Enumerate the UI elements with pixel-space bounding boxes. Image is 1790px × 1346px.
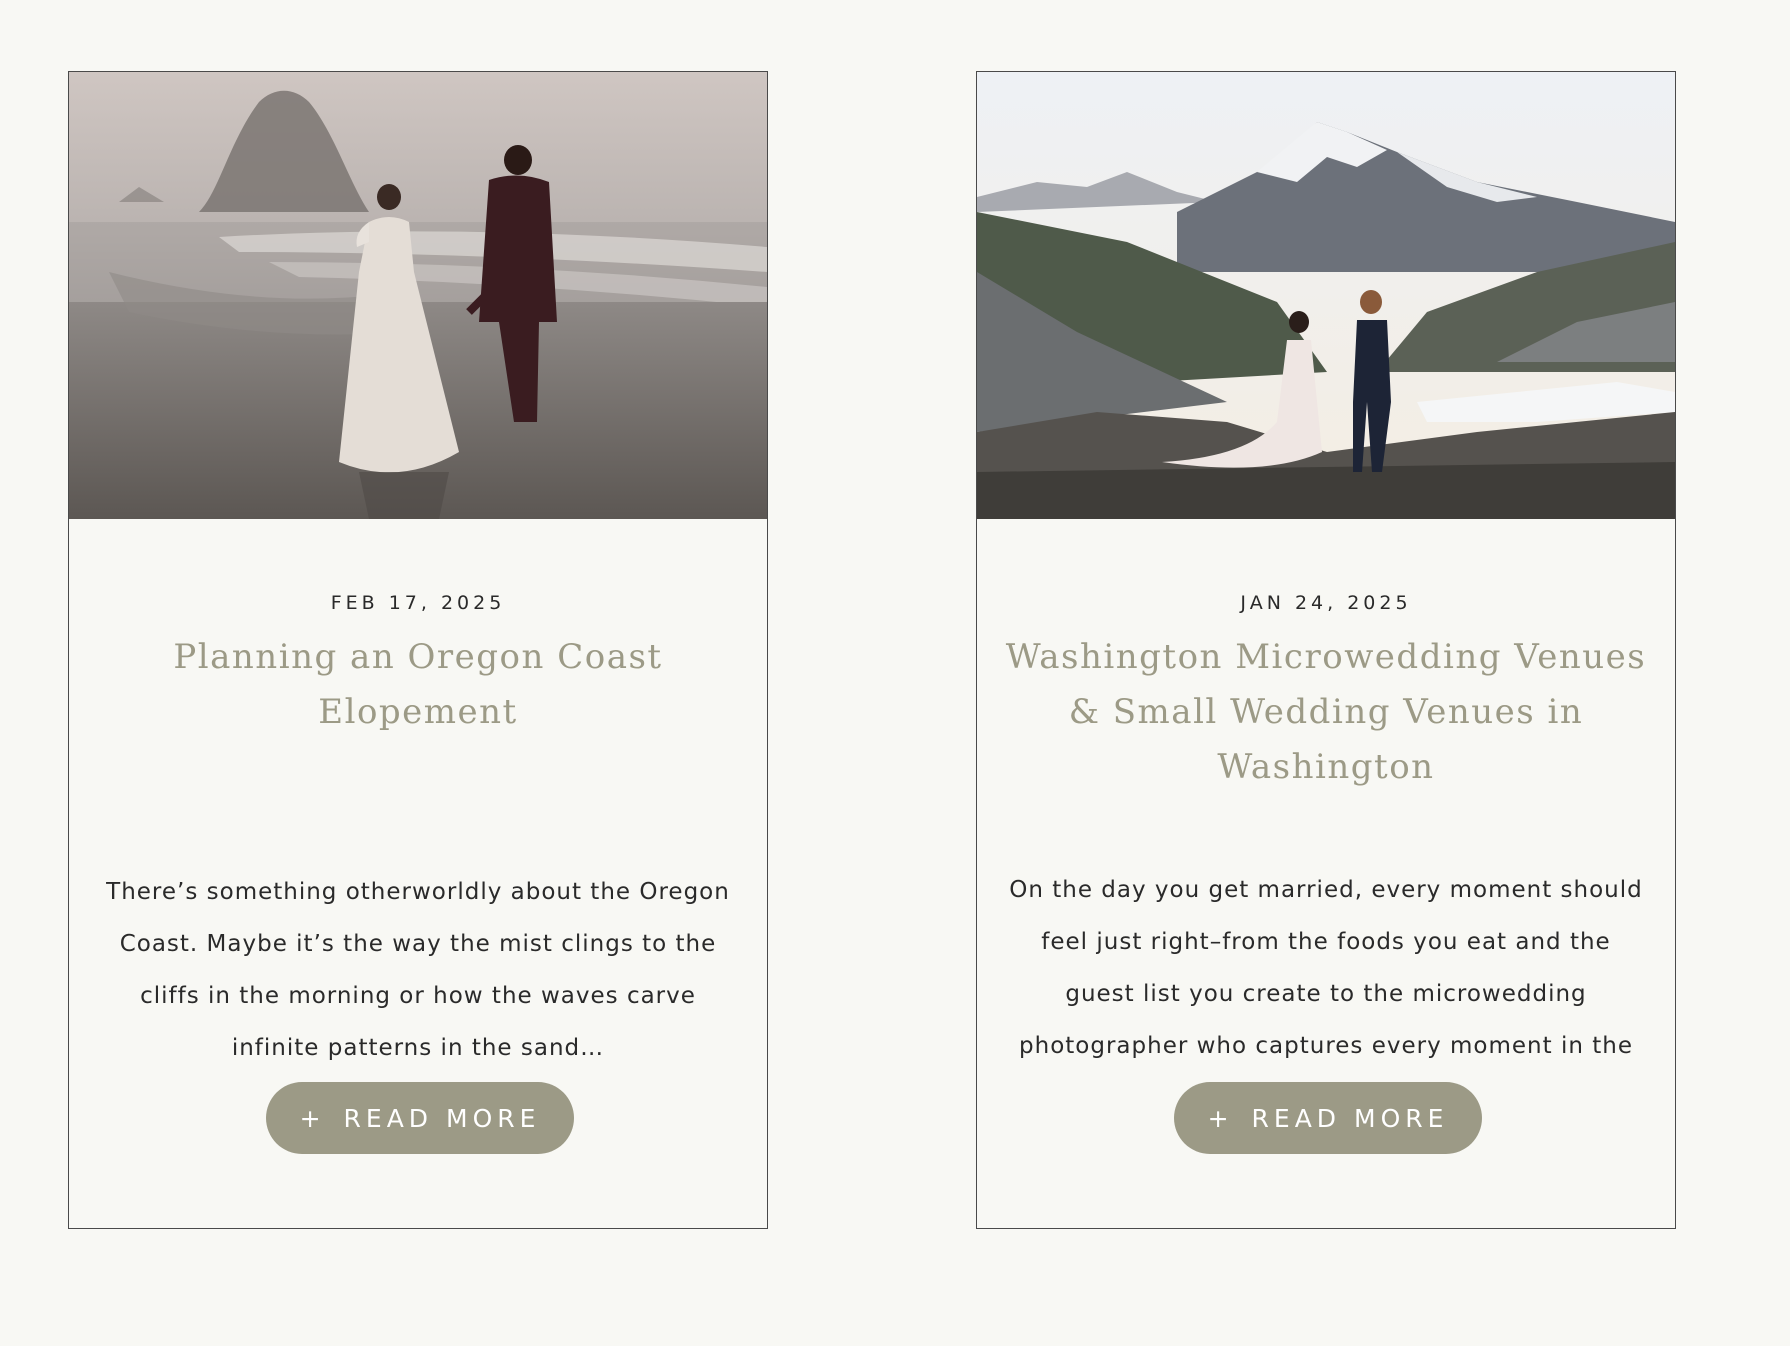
mountain-couple-image — [977, 72, 1675, 519]
post-date: JAN 24, 2025 — [1240, 592, 1412, 614]
post-excerpt: On the day you get married, every moment… — [1009, 877, 1643, 1059]
post-title[interactable]: Washington Microwedding Venues & Small W… — [997, 630, 1655, 795]
post-date: FEB 17, 2025 — [330, 592, 506, 614]
read-more-label: READ MORE — [1251, 1103, 1449, 1133]
post-photo-mountain-couple[interactable] — [977, 72, 1675, 519]
post-excerpt: There’s something otherworldly about the… — [106, 879, 730, 1061]
plus-icon: + — [1207, 1103, 1234, 1133]
read-more-button[interactable]: + READ MORE — [1174, 1082, 1482, 1154]
post-photo-beach-couple[interactable] — [69, 72, 767, 519]
plus-icon: + — [299, 1103, 326, 1133]
post-title[interactable]: Planning an Oregon Coast Elopement — [89, 630, 747, 740]
read-more-button[interactable]: + READ MORE — [266, 1082, 574, 1154]
read-more-label: READ MORE — [343, 1103, 541, 1133]
blog-post-card: JAN 24, 2025 Washington Microwedding Ven… — [976, 71, 1676, 1229]
blog-post-card: FEB 17, 2025 Planning an Oregon Coast El… — [68, 71, 768, 1229]
beach-couple-image — [69, 72, 767, 519]
